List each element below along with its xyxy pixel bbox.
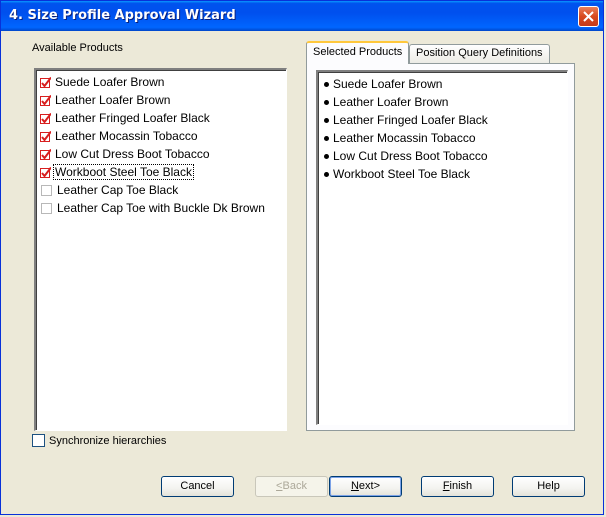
- bullet-icon: [324, 153, 329, 159]
- available-product-label: Leather Cap Toe with Buckle Dk Brown: [57, 201, 265, 215]
- selected-product-item[interactable]: Leather Fringed Loafer Black: [322, 111, 488, 129]
- selected-product-item[interactable]: Suede Loafer Brown: [322, 75, 442, 93]
- available-product-label: Suede Loafer Brown: [55, 75, 165, 89]
- bullet-icon: [324, 81, 329, 87]
- available-product-label: Workboot Steel Toe Black: [53, 164, 194, 180]
- bullet-icon: [324, 171, 329, 177]
- available-product-item[interactable]: Leather Mocassin Tobacco: [40, 127, 199, 145]
- finish-label: inish: [449, 480, 473, 492]
- back-label: Back: [282, 480, 307, 492]
- window-title: 4. Size Profile Approval Wizard: [9, 8, 236, 23]
- available-product-item[interactable]: Leather Fringed Loafer Black: [40, 109, 211, 127]
- cancel-button[interactable]: Cancel: [161, 476, 234, 497]
- available-product-item[interactable]: Leather Cap Toe Black: [40, 181, 179, 199]
- finish-button[interactable]: Finish: [421, 476, 494, 497]
- selected-product-label: Low Cut Dress Boot Tobacco: [333, 149, 488, 163]
- next-label: ext>: [358, 480, 381, 492]
- available-products-label: Available Products: [32, 42, 123, 54]
- help-button[interactable]: Help: [512, 476, 585, 497]
- selected-product-item[interactable]: Leather Loafer Brown: [322, 93, 448, 111]
- title-bar[interactable]: 4. Size Profile Approval Wizard: [1, 1, 603, 31]
- checked-checkbox-icon[interactable]: [40, 148, 51, 160]
- checked-checkbox-icon[interactable]: [40, 130, 51, 142]
- selected-products-list[interactable]: Suede Loafer Brown Leather Loafer Brown Le…: [316, 70, 568, 425]
- selected-product-label: Workboot Steel Toe Black: [333, 167, 470, 181]
- next-mnemonic: N: [350, 480, 359, 492]
- selected-product-label: Suede Loafer Brown: [333, 77, 443, 91]
- available-product-label: Leather Fringed Loafer Black: [55, 111, 210, 125]
- available-product-item[interactable]: Leather Loafer Brown: [40, 91, 171, 109]
- selected-product-label: Leather Fringed Loafer Black: [333, 113, 488, 127]
- available-product-item[interactable]: Workboot Steel Toe Black: [40, 163, 194, 181]
- finish-mnemonic: F: [442, 480, 450, 492]
- selected-product-item[interactable]: Leather Mocassin Tobacco: [322, 129, 476, 147]
- unchecked-checkbox-icon[interactable]: [41, 184, 52, 196]
- selected-product-item[interactable]: Workboot Steel Toe Black: [322, 165, 470, 183]
- bullet-icon: [324, 135, 329, 141]
- available-product-label: Leather Loafer Brown: [55, 93, 171, 107]
- checked-checkbox-icon[interactable]: [40, 76, 51, 88]
- bullet-icon: [324, 99, 329, 105]
- selected-product-item[interactable]: Low Cut Dress Boot Tobacco: [322, 147, 488, 165]
- unchecked-checkbox-icon[interactable]: [41, 202, 52, 214]
- wizard-window: 4. Size Profile Approval Wizard Availabl…: [0, 0, 604, 515]
- checked-checkbox-icon[interactable]: [40, 94, 51, 106]
- tab-position-query-definitions[interactable]: Position Query Definitions: [409, 44, 550, 63]
- tab-panel: Suede Loafer Brown Leather Loafer Brown Le…: [306, 63, 575, 431]
- selected-product-label: Leather Mocassin Tobacco: [333, 131, 476, 145]
- available-product-item[interactable]: Low Cut Dress Boot Tobacco: [40, 145, 211, 163]
- sync-label: Synchronize hierarchies: [49, 434, 167, 447]
- checked-checkbox-icon[interactable]: [40, 166, 51, 178]
- tab-control: Selected Products Position Query Definit…: [306, 41, 575, 431]
- available-product-label: Leather Mocassin Tobacco: [55, 129, 198, 143]
- selected-product-label: Leather Loafer Brown: [333, 95, 449, 109]
- bullet-icon: [324, 117, 329, 123]
- next-button[interactable]: Next>: [329, 476, 402, 497]
- checked-checkbox-icon[interactable]: [40, 112, 51, 124]
- available-products-list[interactable]: Suede Loafer Brown Leather Loafer Brown Le…: [34, 68, 287, 431]
- close-button[interactable]: [578, 6, 599, 27]
- back-button[interactable]: <Back: [255, 476, 328, 497]
- available-product-label: Low Cut Dress Boot Tobacco: [55, 147, 210, 161]
- tab-selected-products[interactable]: Selected Products: [306, 41, 410, 64]
- available-product-item[interactable]: Leather Cap Toe with Buckle Dk Brown: [40, 199, 266, 217]
- available-product-item[interactable]: Suede Loafer Brown: [40, 73, 165, 91]
- synchronize-hierarchies-checkbox[interactable]: Synchronize hierarchies: [32, 434, 166, 447]
- sync-checkbox-box[interactable]: [32, 434, 45, 447]
- available-product-label: Leather Cap Toe Black: [57, 183, 179, 197]
- close-icon: [583, 11, 594, 22]
